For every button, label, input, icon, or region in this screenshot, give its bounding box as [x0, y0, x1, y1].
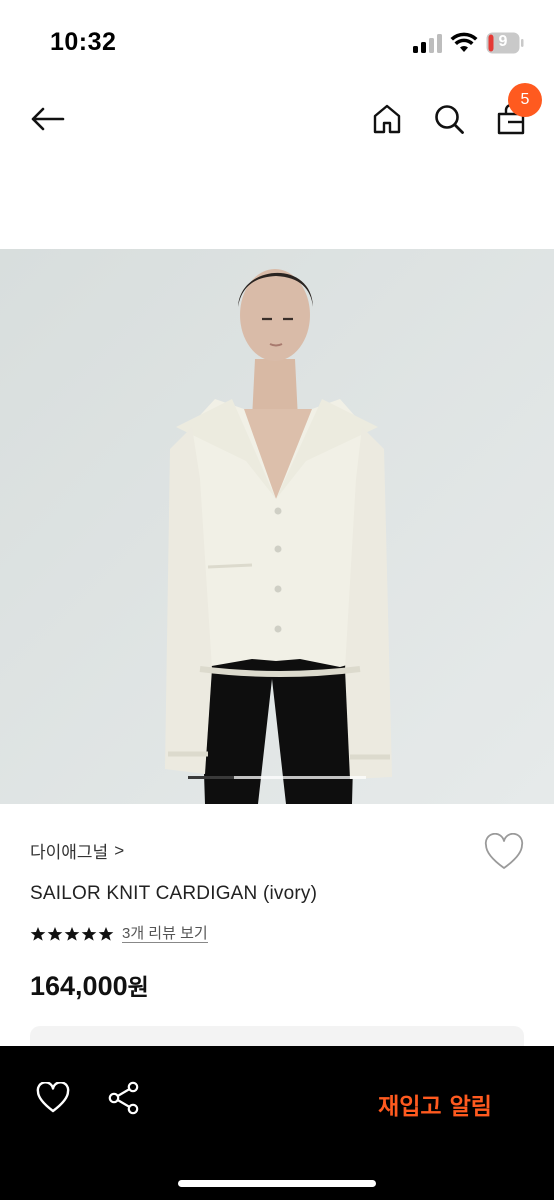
- carousel-current-position: [188, 776, 234, 779]
- wishlist-button[interactable]: [31, 1076, 75, 1120]
- back-button[interactable]: [25, 97, 69, 141]
- home-button[interactable]: [365, 97, 409, 141]
- cellular-signal-icon: [413, 33, 443, 53]
- cart-count-badge: 5: [508, 83, 542, 117]
- battery-icon: 9: [486, 32, 524, 54]
- wifi-icon: [450, 32, 478, 52]
- price-amount: 164,000: [30, 971, 128, 1001]
- star-rating: [30, 926, 114, 942]
- carousel-indicator: [188, 776, 366, 779]
- share-icon: [108, 1081, 139, 1115]
- product-image-carousel[interactable]: [0, 249, 554, 804]
- price-currency: 원: [127, 974, 149, 1000]
- star-icon: [30, 927, 46, 941]
- product-price: 164,000원: [30, 968, 149, 1002]
- search-button[interactable]: [427, 97, 471, 141]
- home-indicator[interactable]: [178, 1180, 376, 1187]
- star-icon: [81, 927, 97, 941]
- heart-outline-icon: [484, 832, 524, 869]
- star-icon: [47, 927, 63, 941]
- bottom-action-bar: 재입고 알림: [0, 1046, 554, 1200]
- restock-notification-button[interactable]: 재입고 알림: [360, 1082, 510, 1126]
- chevron-right-icon: >: [114, 840, 125, 860]
- top-navigation: [0, 80, 554, 160]
- product-photo: [0, 249, 554, 804]
- share-button[interactable]: [102, 1076, 146, 1120]
- product-wishlist-button[interactable]: [484, 832, 524, 873]
- brand-name: 다이애그널: [30, 843, 109, 862]
- search-icon: [435, 105, 464, 134]
- brand-link[interactable]: 다이애그널 >: [30, 838, 124, 863]
- battery-level: 9: [498, 33, 508, 50]
- star-icon: [98, 927, 114, 941]
- review-link[interactable]: 3개 리뷰 보기: [122, 925, 208, 943]
- arrow-left-icon: [31, 107, 65, 131]
- status-bar: 10:32 9: [0, 0, 554, 80]
- product-name: SAILOR KNIT CARDIGAN (ivory): [30, 883, 318, 904]
- heart-icon: [36, 1082, 70, 1113]
- home-icon: [373, 104, 401, 134]
- rating-row: 3개 리뷰 보기: [30, 925, 208, 943]
- star-icon: [64, 927, 80, 941]
- status-time: 10:32: [50, 28, 117, 56]
